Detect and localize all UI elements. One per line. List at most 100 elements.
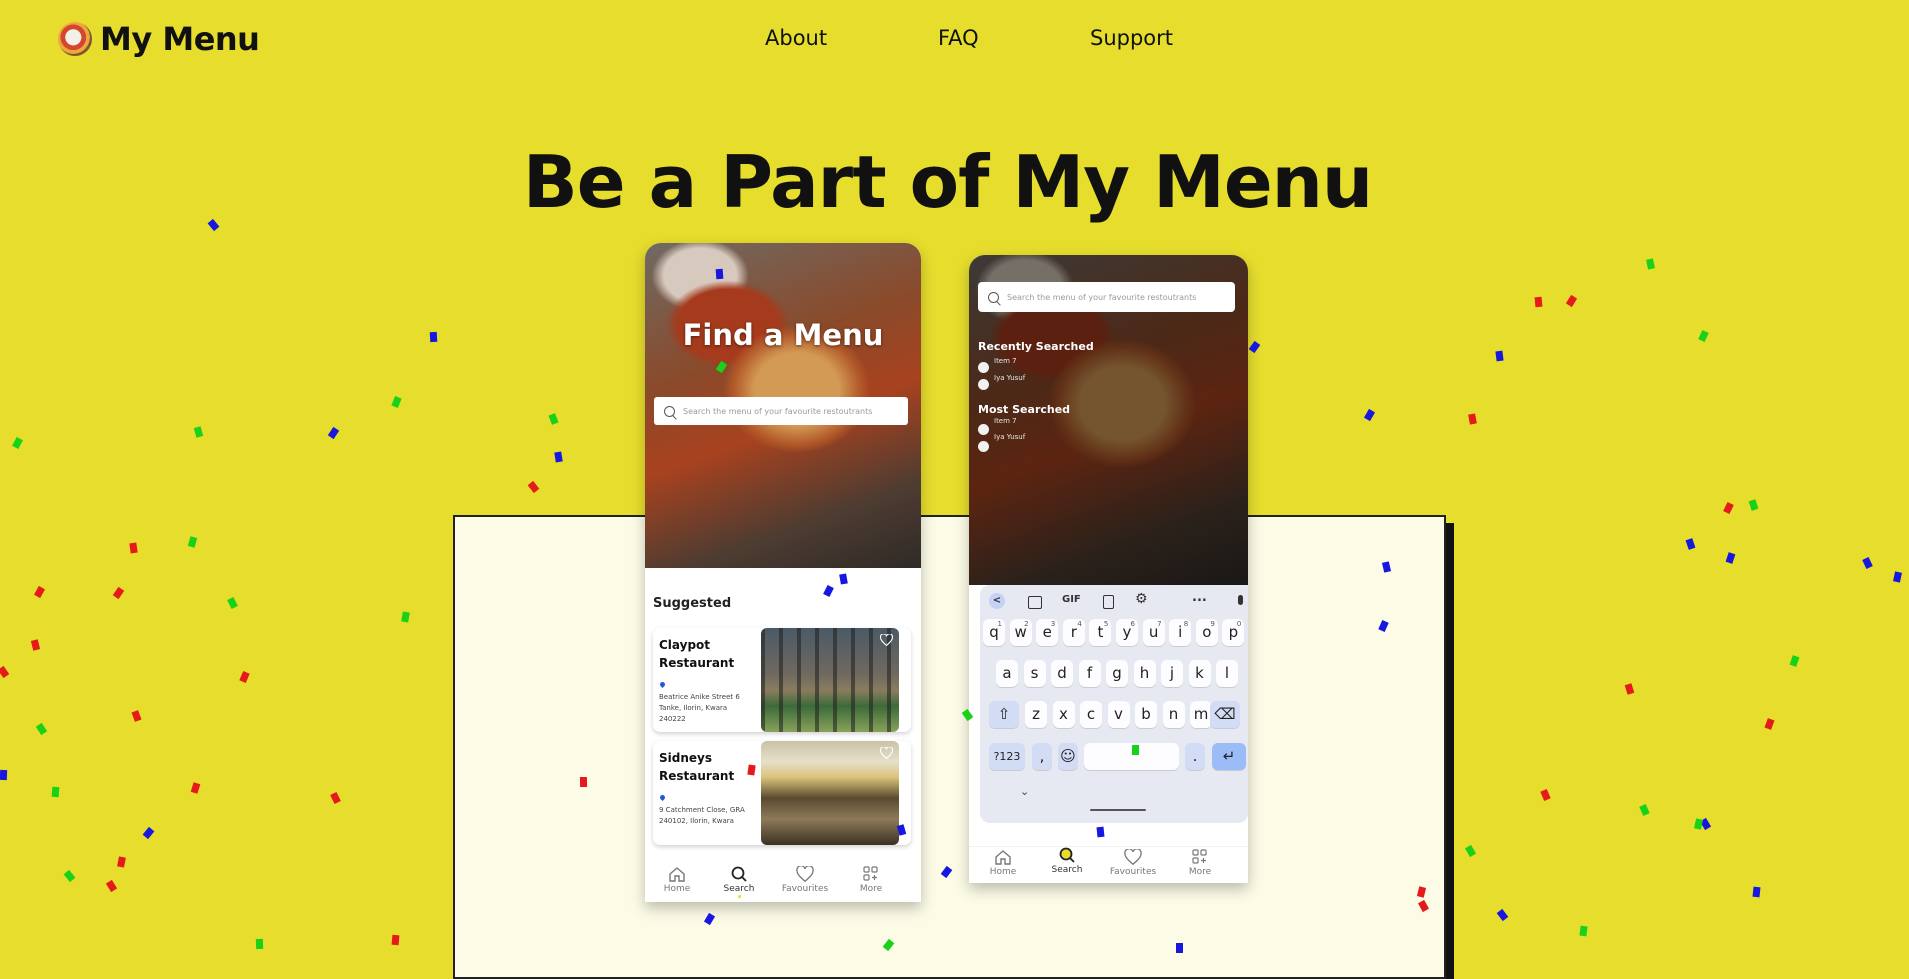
period-key[interactable]: . <box>1185 743 1205 770</box>
key-s[interactable]: s <box>1023 660 1046 687</box>
brand-name: My Menu <box>100 20 260 58</box>
key-m[interactable]: m <box>1190 701 1212 728</box>
nav-support[interactable]: Support <box>1090 26 1173 50</box>
nav-about[interactable]: About <box>765 26 827 50</box>
confetti-piece <box>1495 350 1504 362</box>
settings-gear-icon[interactable]: ⚙ <box>1135 591 1148 607</box>
recent-item[interactable]: Iya Yusuf <box>994 374 1025 382</box>
key-j[interactable]: j <box>1161 660 1183 687</box>
back-icon[interactable]: < <box>989 593 1005 609</box>
radio-button[interactable] <box>978 441 989 452</box>
sticker-icon[interactable] <box>1028 596 1042 609</box>
comma-key[interactable]: , <box>1032 743 1052 770</box>
restaurant-card[interactable]: Sidneys Restaurant 9 Catchment Close, GR… <box>653 741 911 845</box>
most-item[interactable]: Iya Yusuf <box>994 433 1025 441</box>
key-d[interactable]: d <box>1051 660 1073 687</box>
confetti-piece <box>1693 818 1704 830</box>
microphone-icon[interactable] <box>1238 595 1243 605</box>
key-v[interactable]: v <box>1107 701 1130 728</box>
heart-icon[interactable] <box>880 747 893 759</box>
nav-home-label: Home <box>989 867 1017 877</box>
key-c[interactable]: c <box>1080 701 1102 728</box>
key-n[interactable]: n <box>1162 701 1185 728</box>
key-a[interactable]: a <box>996 660 1018 687</box>
on-screen-keyboard: < GIF ⚙ ... q1w2e3r4t5y6u7i8o9p0 asdfghj… <box>980 585 1248 823</box>
confetti-piece <box>112 586 125 600</box>
confetti-piece <box>327 426 340 440</box>
recent-item[interactable]: Item 7 <box>994 357 1017 365</box>
radio-button[interactable] <box>978 424 989 435</box>
key-f[interactable]: f <box>1078 660 1101 687</box>
brand-logo[interactable]: My Menu <box>58 20 260 58</box>
confetti-piece <box>1789 655 1800 667</box>
symbols-key[interactable]: ?123 <box>989 743 1025 770</box>
nav-home[interactable]: Home <box>647 866 707 894</box>
gif-button[interactable]: GIF <box>1062 594 1081 605</box>
key-e[interactable]: e3 <box>1036 619 1059 646</box>
key-y[interactable]: y6 <box>1116 619 1138 646</box>
shift-key[interactable]: ⇧ <box>989 701 1019 728</box>
key-z[interactable]: z <box>1025 701 1047 728</box>
nav-favourites[interactable]: Favourites <box>775 866 835 894</box>
more-options-icon[interactable]: ... <box>1192 590 1207 605</box>
key-g[interactable]: g <box>1106 660 1128 687</box>
confetti-piece <box>1685 538 1696 550</box>
search-icon <box>731 866 747 882</box>
key-k[interactable]: k <box>1188 660 1211 687</box>
restaurant-name: Sidneys Restaurant <box>659 751 735 783</box>
key-w[interactable]: w2 <box>1009 619 1032 646</box>
nav-search[interactable]: Search <box>1037 847 1097 875</box>
backspace-key[interactable]: ⌫ <box>1210 701 1240 728</box>
confetti-piece <box>187 536 198 548</box>
key-t[interactable]: t5 <box>1089 619 1112 646</box>
restaurant-name: Claypot Restaurant <box>659 638 735 670</box>
nav-home[interactable]: Home <box>973 849 1033 877</box>
restaurant-address: 9 Catchment Close, GRA 240102, Ilorin, K… <box>659 806 745 825</box>
nav-faq[interactable]: FAQ <box>938 26 979 50</box>
emoji-key[interactable]: ☺ <box>1058 743 1078 770</box>
logo-icon <box>58 22 92 56</box>
key-x[interactable]: x <box>1052 701 1075 728</box>
radio-button[interactable] <box>978 379 989 390</box>
restaurant-card[interactable]: Claypot Restaurant Beatrice Anike Street… <box>653 628 911 732</box>
nav-favourites[interactable]: Favourites <box>1103 849 1163 877</box>
restaurant-photo <box>761 628 899 732</box>
key-p[interactable]: p0 <box>1222 619 1245 646</box>
key-l[interactable]: l <box>1216 660 1238 687</box>
confetti-piece <box>1764 718 1775 730</box>
confetti-piece <box>12 436 23 450</box>
confetti-piece <box>227 596 238 610</box>
key-h[interactable]: h <box>1133 660 1156 687</box>
confetti-piece <box>239 671 250 683</box>
grid-more-icon <box>1192 849 1207 864</box>
key-b[interactable]: b <box>1135 701 1157 728</box>
key-i[interactable]: i8 <box>1169 619 1192 646</box>
nav-more[interactable]: More <box>1170 849 1230 877</box>
confetti-piece <box>129 542 138 554</box>
most-item[interactable]: Item 7 <box>994 417 1017 425</box>
home-icon <box>669 867 685 882</box>
radio-button[interactable] <box>978 362 989 373</box>
confetti-piece <box>30 639 41 651</box>
confetti-piece <box>429 331 438 343</box>
grid-more-icon <box>863 866 878 881</box>
confetti-piece <box>1468 413 1477 425</box>
key-q[interactable]: q1 <box>983 619 1005 646</box>
nav-more[interactable]: More <box>841 866 901 894</box>
key-r[interactable]: r4 <box>1062 619 1085 646</box>
confetti-piece <box>548 413 559 425</box>
heart-icon[interactable] <box>880 634 893 646</box>
clipboard-icon[interactable] <box>1103 595 1114 609</box>
hero-title: Be a Part of My Menu <box>522 140 1373 224</box>
bottom-nav: Home Search Favourites More <box>969 846 1248 883</box>
confetti-piece <box>747 764 756 776</box>
recently-searched-heading: Recently Searched <box>978 340 1094 353</box>
search-placeholder: Search the menu of your favourite restou… <box>683 406 873 416</box>
collapse-keyboard-icon[interactable]: ⌄ <box>1020 785 1029 798</box>
key-u[interactable]: u7 <box>1142 619 1165 646</box>
search-input[interactable]: Search the menu of your favourite restou… <box>978 282 1235 312</box>
key-o[interactable]: o9 <box>1195 619 1218 646</box>
search-input[interactable]: Search the menu of your favourite restou… <box>654 397 908 425</box>
enter-key[interactable]: ↵ <box>1212 743 1246 770</box>
nav-search[interactable]: Search <box>709 866 769 898</box>
